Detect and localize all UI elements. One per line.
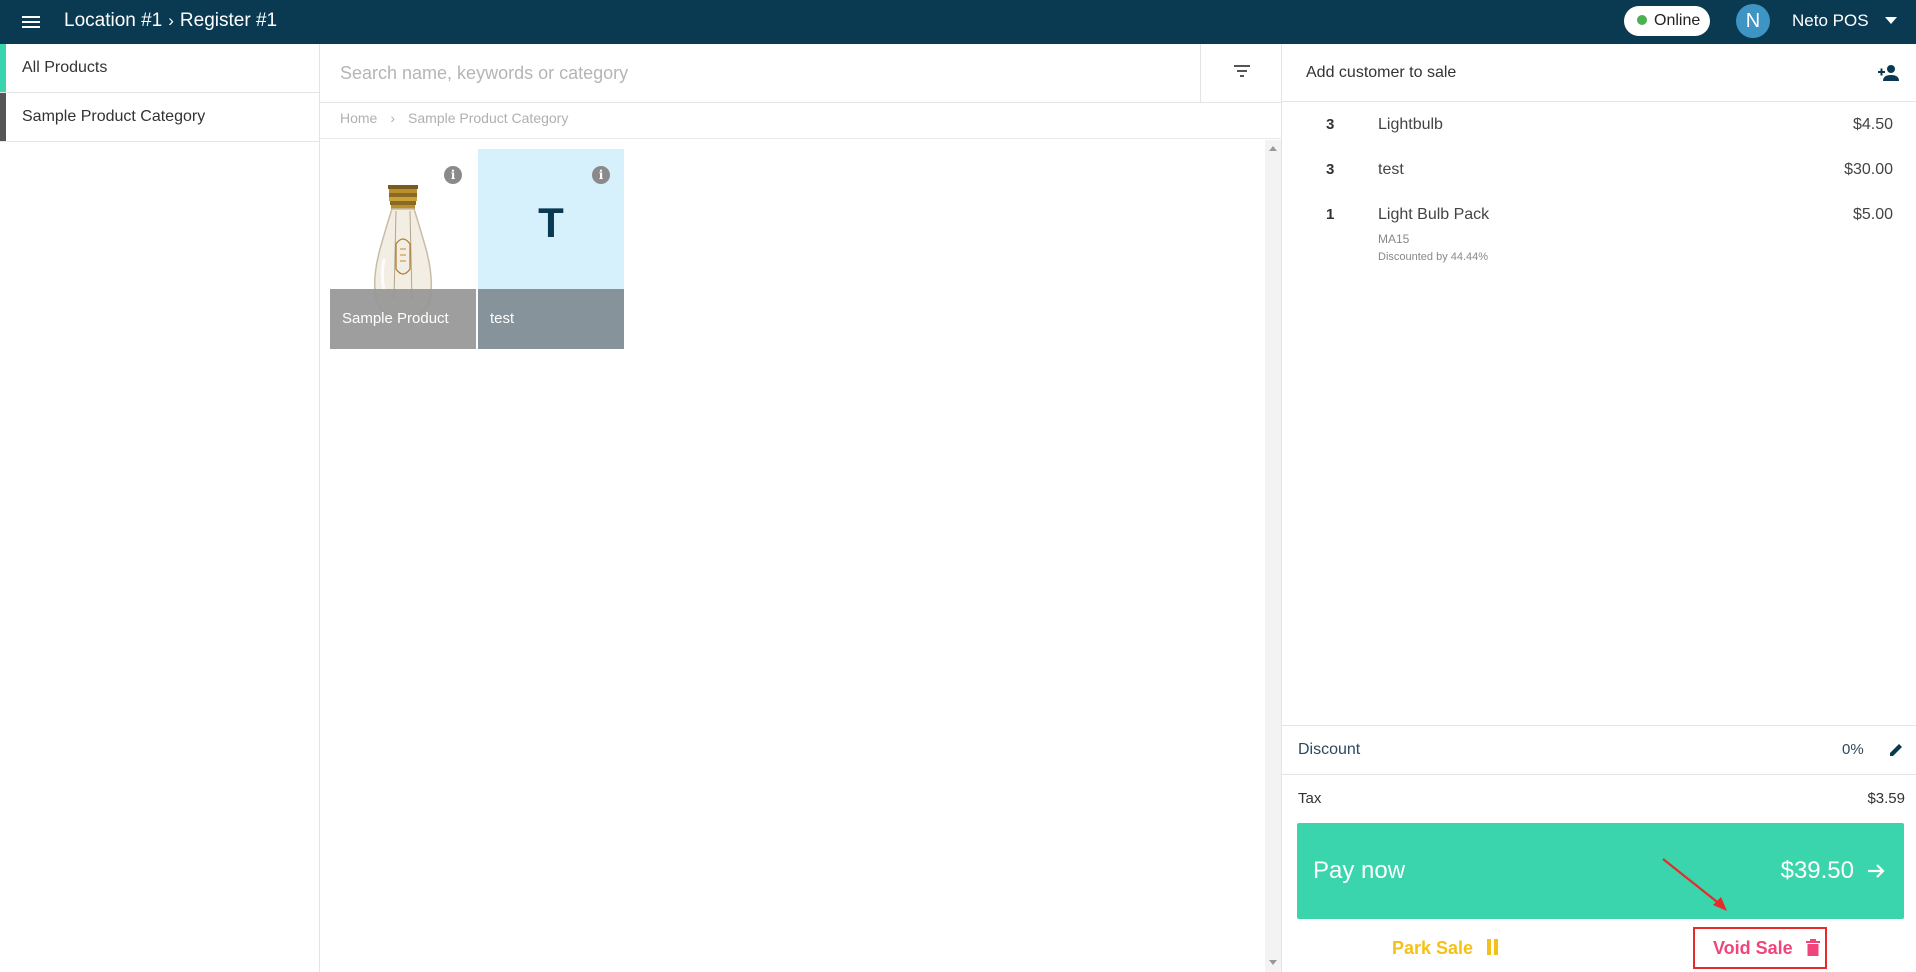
- pay-now-label: Pay now: [1313, 857, 1406, 884]
- pause-icon: [1486, 939, 1500, 956]
- line-price: $5.00: [1852, 206, 1893, 223]
- pencil-icon[interactable]: [1888, 742, 1904, 758]
- product-tile-test[interactable]: T i test: [478, 149, 624, 349]
- add-person-icon[interactable]: [1878, 64, 1900, 82]
- scrollbar[interactable]: [1265, 140, 1281, 972]
- line-qty: 3: [1326, 161, 1335, 178]
- void-sale-button[interactable]: Void Sale: [1693, 927, 1827, 969]
- location-name: Location #1: [64, 10, 163, 31]
- tax-value: $3.59: [1867, 790, 1905, 807]
- search-bar: [320, 44, 1281, 103]
- avatar[interactable]: N: [1736, 4, 1770, 38]
- active-indicator: [0, 44, 6, 92]
- park-sale-label: Park Sale: [1392, 938, 1474, 958]
- hamburger-menu-icon[interactable]: [20, 11, 42, 33]
- sale-panel: Add customer to sale 3 Lightbulb $4.50 3…: [1281, 44, 1916, 972]
- scroll-up-icon[interactable]: [1269, 146, 1277, 151]
- register-name: Register #1: [179, 10, 278, 31]
- line-qty: 1: [1326, 206, 1335, 223]
- void-sale-label: Void Sale: [1713, 938, 1793, 958]
- online-status-badge: Online: [1624, 6, 1710, 36]
- sidebar-item-all-products[interactable]: All Products: [0, 44, 319, 93]
- line-name: test: [1378, 161, 1404, 178]
- breadcrumb: Home › Sample Product Category: [340, 110, 568, 126]
- filter-icon[interactable]: [1200, 44, 1281, 102]
- park-sale-button[interactable]: Park Sale: [1392, 934, 1500, 962]
- pay-now-button[interactable]: Pay now $39.50: [1297, 823, 1904, 919]
- breadcrumb-home[interactable]: Home: [340, 110, 377, 126]
- line-sku: MA15: [1378, 232, 1410, 246]
- line-price: $4.50: [1852, 116, 1893, 133]
- add-customer-row[interactable]: Add customer to sale: [1282, 44, 1916, 102]
- sidebar-item-sample-product-category[interactable]: Sample Product Category: [0, 93, 319, 142]
- product-name: Sample Product: [330, 289, 476, 349]
- category-sidebar: All Products Sample Product Category: [0, 44, 320, 972]
- product-letter: T: [538, 199, 564, 246]
- product-name: test: [478, 289, 624, 349]
- divider: [320, 138, 1281, 139]
- user-name[interactable]: Neto POS: [1792, 0, 1869, 42]
- discount-label: Discount: [1298, 741, 1361, 758]
- discount-value: 0%: [1842, 741, 1864, 758]
- line-qty: 3: [1326, 116, 1335, 133]
- line-discount-note: Discounted by 44.44%: [1378, 251, 1489, 263]
- tax-label: Tax: [1298, 790, 1322, 807]
- product-tile-sample-product[interactable]: i Sample Product: [330, 149, 476, 349]
- line-name: Lightbulb: [1378, 116, 1443, 133]
- product-browser: Home › Sample Product Category i Sample Pr…: [320, 44, 1281, 972]
- line-name: Light Bulb Pack: [1378, 206, 1490, 223]
- caret-down-icon[interactable]: [1885, 17, 1897, 24]
- scroll-down-icon[interactable]: [1269, 960, 1277, 965]
- discount-row[interactable]: Discount 0%: [1282, 725, 1916, 775]
- arrow-right-icon: [1868, 864, 1885, 878]
- pay-amount: $39.50: [1780, 857, 1854, 884]
- online-status-label: Online: [1654, 12, 1701, 29]
- sidebar-item-label: All Products: [22, 59, 108, 76]
- online-dot-icon: [1637, 15, 1647, 25]
- breadcrumb-separator: ›: [390, 110, 396, 126]
- info-icon[interactable]: i: [444, 166, 462, 184]
- top-bar: Location #1 › Register #1 Online N Neto PO…: [0, 0, 1916, 44]
- title-separator: ›: [168, 11, 174, 30]
- trash-icon: [1805, 938, 1820, 956]
- register-title: Location #1 › Register #1: [64, 0, 277, 44]
- info-icon[interactable]: i: [592, 166, 610, 184]
- tax-row: Tax $3.59: [1282, 775, 1916, 823]
- sidebar-item-label: Sample Product Category: [22, 108, 206, 125]
- line-price: $30.00: [1844, 161, 1893, 178]
- add-customer-label: Add customer to sale: [1306, 64, 1457, 81]
- search-input[interactable]: [320, 44, 1200, 102]
- category-indicator: [0, 93, 6, 141]
- breadcrumb-current: Sample Product Category: [408, 110, 569, 126]
